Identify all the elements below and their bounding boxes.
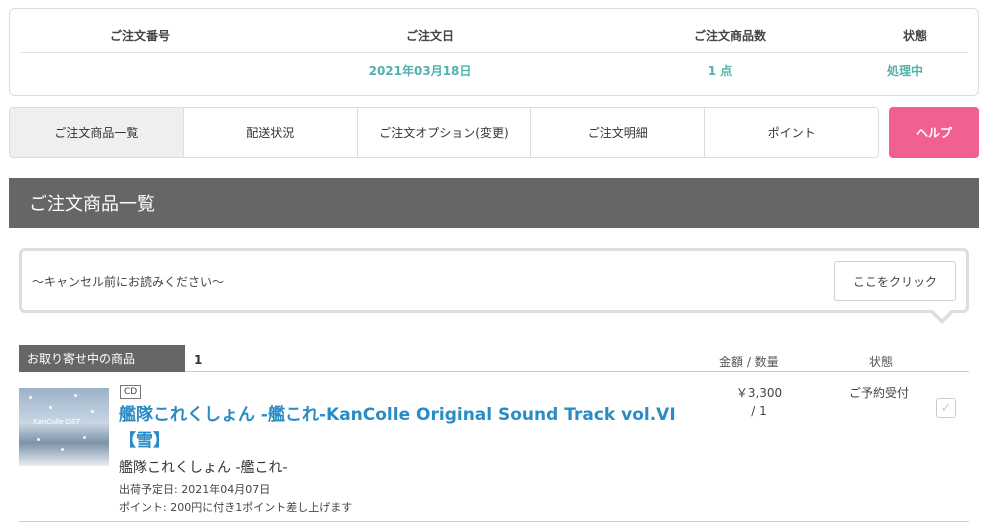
order-date-header: ご注文日 — [405, 29, 454, 43]
points-info: ポイント: 200円に付き1ポイント差し上げます — [119, 501, 353, 514]
order-summary: ご注文番号 ご注文日 ご注文商品数 状態 2021年03月18日 1 点 処理中 — [9, 8, 979, 96]
check-icon: ✓ — [940, 400, 952, 416]
cancel-notice: ～キャンセル前にお読みください～ ここをクリック — [19, 248, 969, 324]
product-thumbnail[interactable]: KanColle OST — [19, 388, 109, 466]
notice-tail-inner — [933, 310, 951, 319]
backorder-label: お取り寄せ中の商品 — [19, 345, 185, 372]
cancel-notice-text: ～キャンセル前にお読みください～ — [32, 275, 225, 289]
item-count-header: ご注文商品数 — [693, 29, 766, 43]
section-title: ご注文商品一覧 — [9, 178, 979, 228]
price-quantity-column-header: 金額 / 数量 — [719, 355, 779, 369]
status-value: 処理中 — [886, 64, 923, 78]
item-quantity: / 1 — [751, 404, 767, 418]
order-summary-header: ご注文番号 ご注文日 ご注文商品数 状態 — [20, 9, 968, 53]
tab-delivery-status[interactable]: 配送状況 — [184, 108, 358, 157]
order-date-value: 2021年03月18日 — [368, 64, 472, 78]
item-status-column-header: 状態 — [869, 355, 894, 369]
status-header: 状態 — [902, 29, 927, 43]
item-status: ご予約受付 — [849, 386, 910, 400]
help-button[interactable]: ヘルプ — [889, 107, 979, 158]
notice-click-button[interactable]: ここをクリック — [834, 261, 956, 301]
item-price: ￥3,300 — [735, 386, 783, 400]
product-artist: 艦隊これくしょん -艦これ- — [119, 460, 288, 476]
tab-points[interactable]: ポイント — [705, 108, 878, 157]
tab-order-options[interactable]: ご注文オプション(変更) — [358, 108, 532, 157]
order-tabs: ご注文商品一覧 配送状況 ご注文オプション(変更) ご注文明細 ポイント — [9, 107, 879, 158]
product-title-link[interactable]: 艦隊これくしょん -艦これ-KanColle Original Sound Tr… — [119, 402, 709, 454]
tab-order-items[interactable]: ご注文商品一覧 — [10, 108, 184, 157]
order-item-row: KanColle OST CD 艦隊これくしょん -艦これ-KanColle O… — [19, 380, 969, 522]
item-count-value: 1 点 — [707, 64, 733, 78]
backorder-count: 1 — [194, 353, 203, 367]
ship-date: 出荷予定日: 2021年04月07日 — [119, 483, 271, 496]
tab-order-details[interactable]: ご注文明細 — [531, 108, 706, 157]
thumbnail-logo: KanColle OST — [33, 418, 80, 426]
items-table-header: お取り寄せ中の商品 1 金額 / 数量 状態 — [19, 345, 969, 372]
item-checkbox[interactable]: ✓ — [936, 398, 956, 418]
order-number-header: ご注文番号 — [109, 29, 170, 43]
media-type-badge: CD — [120, 385, 142, 399]
